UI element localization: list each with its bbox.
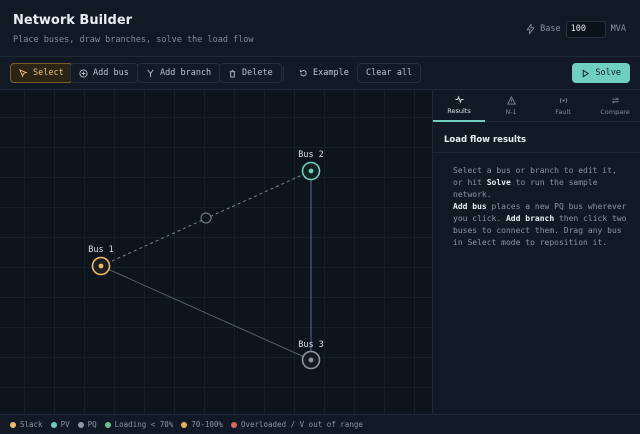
delete-label: Delete (242, 68, 273, 78)
bus-node[interactable]: Bus 3 (298, 340, 324, 370)
tab-label: N-1 (505, 108, 517, 116)
tab-label: Results (447, 107, 471, 115)
legend-label: Loading < 70% (114, 420, 174, 429)
legend-item: 70-100% (181, 420, 223, 429)
trash-icon (229, 69, 236, 78)
example-label: Example (313, 68, 349, 78)
legend-item: Slack (10, 420, 43, 429)
panel-divider (433, 152, 640, 153)
panel-heading: Load flow results (444, 135, 527, 145)
example-button[interactable]: Example (290, 63, 358, 83)
tab-fault[interactable]: Fault (537, 90, 589, 122)
play-icon (583, 69, 590, 77)
help-paragraph: Add bus places a new PQ bus wherever you… (453, 201, 628, 249)
legend-label: Slack (20, 420, 43, 429)
legend-label: PV (60, 420, 70, 429)
legend-swatch (104, 421, 111, 428)
branch-bus1-bus3[interactable] (100, 265, 312, 361)
legend-item: Overloaded / V out of range (230, 420, 363, 429)
legend-item: Loading < 70% (104, 420, 174, 429)
add-branch-button[interactable]: Add branch (137, 63, 221, 83)
tab-label: Fault (555, 108, 571, 116)
toolbar-divider (283, 66, 284, 81)
add-bus-label: Add bus (93, 68, 129, 78)
tab-n-1[interactable]: N-1 (485, 90, 537, 122)
legend-item: PQ (77, 420, 97, 429)
pointer-icon (19, 68, 28, 77)
add-branch-label: Add branch (160, 68, 212, 78)
warning-icon (506, 96, 516, 105)
solve-label: Solve (595, 68, 621, 78)
legend-swatch (10, 421, 16, 428)
bus-label: Bus 3 (298, 340, 324, 350)
add-bus-button[interactable]: Add bus (70, 63, 138, 83)
delete-button[interactable]: Delete (219, 63, 282, 83)
legend-bar: Slack PV PQ Loading < 70% 70-100% Overlo… (0, 414, 640, 434)
legend-label: Overloaded / V out of range (240, 420, 363, 429)
base-label: Base (540, 24, 561, 34)
base-unit: MVA (610, 24, 626, 34)
branch-icon (147, 69, 154, 77)
plus-circle-icon (79, 68, 88, 78)
tab-results[interactable]: Results (433, 90, 485, 122)
network-canvas[interactable]: Bus 1 Bus 2 Bus 3 (0, 90, 432, 414)
help-paragraph: Select a bus or branch to edit it, or hi… (453, 165, 628, 201)
app-subtitle: Place buses, draw branches, solve the lo… (13, 35, 254, 45)
bus-label: Bus 1 (88, 245, 114, 255)
help-emphasis: Solve (486, 178, 511, 187)
legend-swatch (77, 421, 84, 428)
legend-label: 70-100% (191, 420, 223, 429)
select-tool-label: Select (33, 68, 64, 78)
tab-compare[interactable]: Compare (589, 90, 640, 122)
bolt-icon (526, 24, 535, 34)
legend-item: PV (50, 420, 70, 429)
base-mva-input[interactable] (565, 20, 606, 38)
panel-tabs: Results N-1 Fault Compare (433, 90, 640, 122)
app-title: Network Builder (13, 13, 133, 28)
swap-icon (611, 97, 619, 104)
clear-all-label: Clear all (366, 68, 413, 78)
legend-swatch (181, 421, 188, 428)
reload-icon (299, 69, 307, 76)
legend-label: PQ (87, 420, 97, 429)
legend-swatch (50, 421, 57, 428)
clear-all-button[interactable]: Clear all (357, 63, 422, 83)
bus-label: Bus 2 (298, 150, 324, 160)
network-diagram[interactable]: Bus 1 Bus 2 Bus 3 (0, 90, 432, 414)
branch-midpoint-handle[interactable] (200, 212, 212, 224)
tab-label: Compare (600, 108, 630, 116)
side-panel: Results N-1 Fault Compare Load flow resu… (432, 90, 640, 414)
radio-icon (559, 97, 567, 104)
app-header: Network Builder Place buses, draw branch… (0, 0, 640, 57)
help-emphasis: Add bus (453, 202, 487, 211)
toolbar: Select Add bus Add branch Delete Example… (0, 57, 640, 90)
legend-swatch (230, 421, 237, 428)
pulse-icon (454, 95, 464, 104)
select-tool-button[interactable]: Select (10, 63, 73, 83)
solve-button[interactable]: Solve (572, 63, 630, 83)
help-emphasis: Add branch (505, 214, 555, 223)
bus-node[interactable]: Bus 2 (298, 150, 324, 181)
base-power-group: Base MVA (526, 20, 626, 38)
